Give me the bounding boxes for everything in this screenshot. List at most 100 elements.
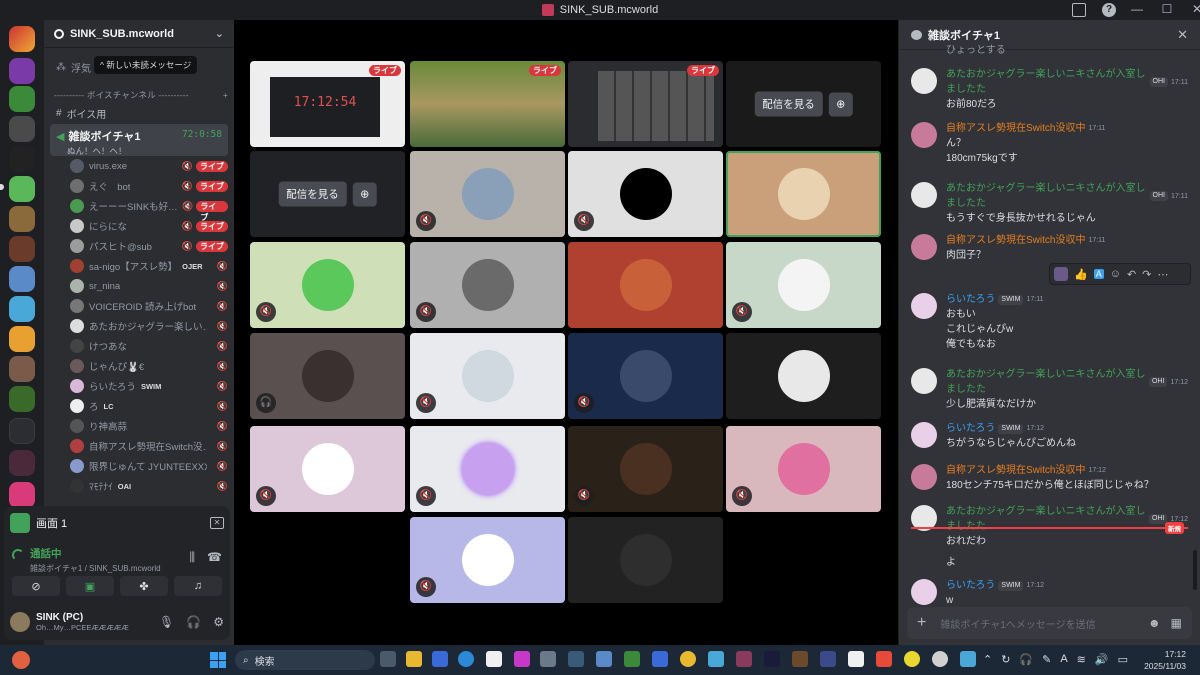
message-author[interactable]: 自称アスレ勢現在Switch没収中 <box>946 121 1085 136</box>
guild-header[interactable]: SINK_SUB.mcworld ⌄ <box>44 20 234 48</box>
soundboard-button[interactable]: ♫ <box>174 576 222 596</box>
participant-tile[interactable]: 🔇 <box>250 426 405 512</box>
taskview-icon[interactable] <box>380 651 396 667</box>
a-icon[interactable]: A <box>1093 269 1104 279</box>
disconnect-icon[interactable]: ☎ <box>207 550 222 565</box>
emoji-icon[interactable]: ☺ <box>1110 268 1121 280</box>
weather-icon[interactable] <box>12 651 30 669</box>
server-icon-active[interactable] <box>9 450 35 476</box>
participant-tile[interactable]: 🎧 <box>250 333 405 419</box>
thumbs-up-icon[interactable]: 👍 <box>1074 268 1088 281</box>
reaction-icon[interactable] <box>1054 267 1068 281</box>
server-icon-4[interactable] <box>9 116 35 142</box>
server-icon-7[interactable] <box>9 206 35 232</box>
chrome-icon[interactable] <box>680 651 696 667</box>
live-badge[interactable]: ライブ <box>196 240 228 252</box>
voice-user[interactable]: ﾏﾓﾃﾅｲ OAI 🔇 <box>70 477 228 495</box>
chat-message[interactable]: 自称アスレ勢現在Switch没収中 17:11 ん？ 180cm75kgです <box>911 121 1188 166</box>
notepad-icon[interactable] <box>486 651 502 667</box>
message-author[interactable]: あたおかジャグラー楽しいニキさんが入室しましたた <box>946 181 1147 211</box>
channel-item[interactable]: ⁂ 浮気 <box>50 58 228 76</box>
server-icon-10[interactable] <box>9 296 35 322</box>
volume-icon[interactable]: 🔊 <box>1095 653 1109 666</box>
minecraft-icon[interactable] <box>792 651 808 667</box>
app-icon[interactable] <box>568 651 584 667</box>
message-author[interactable]: あたおかジャグラー楽しいニキさんが入室しましたた <box>946 504 1146 534</box>
voice-channel-active[interactable]: ◀ 雑談ボイチャ1 72:0:58 ぬん！ヘ！ヘ！ <box>50 124 228 156</box>
voice-user[interactable]: パスヒト@sub 🔇 ライブ <box>70 237 228 255</box>
live-badge[interactable]: ライブ <box>196 220 228 232</box>
watch-stream-button[interactable]: 配信を見る <box>278 181 347 207</box>
discord-icon[interactable] <box>596 651 612 667</box>
app-icon[interactable] <box>708 651 724 667</box>
participant-tile[interactable]: 🔇 <box>726 426 881 512</box>
inbox-icon[interactable] <box>1072 3 1086 17</box>
voice-user[interactable]: らいたろう SWIM 🔇 <box>70 377 228 395</box>
chevron-up-icon[interactable]: ⌃ <box>983 653 992 666</box>
participant-tile[interactable]: 🔇 <box>410 517 565 603</box>
chat-message[interactable]: あたおかジャグラー楽しいニキさんが入室しましたた OHI 17:11 もうすぐで身長抜… <box>911 181 1188 226</box>
headphones-icon[interactable]: 🎧 <box>186 615 201 629</box>
avatar[interactable] <box>911 68 937 94</box>
wifi-icon[interactable]: ≋ <box>1077 653 1086 666</box>
voice-user[interactable]: えぐ bot 🔇 ライブ <box>70 177 228 195</box>
participant-tile[interactable]: 🔇 <box>250 242 405 328</box>
participant-tile[interactable]: 🔇 <box>410 333 565 419</box>
server-icon-14[interactable] <box>9 482 35 508</box>
participant-tile[interactable]: 🔇 <box>410 242 565 328</box>
folder-icon[interactable] <box>9 418 35 444</box>
participant-tile[interactable]: 🔇 <box>726 242 881 328</box>
scrollbar[interactable] <box>1193 550 1197 590</box>
stream-tile[interactable]: ライブ <box>410 61 565 147</box>
voice-user[interactable]: 自称アスレ勢現在Switch没… 🔇 <box>70 437 228 455</box>
app-icon[interactable] <box>736 651 752 667</box>
app-icon[interactable] <box>960 651 976 667</box>
server-icon-2[interactable] <box>9 58 35 84</box>
screen-share-button[interactable]: ▣ <box>66 576 114 596</box>
terminal-icon[interactable] <box>764 651 780 667</box>
app-icon[interactable] <box>848 651 864 667</box>
taskbar-search[interactable]: ⌕ 検索 <box>235 650 375 670</box>
chat-message[interactable]: 自称アスレ勢現在Switch没収中 17:12 180センチ75キロだから俺とほぼ同… <box>911 463 1188 493</box>
app-icon[interactable] <box>820 651 836 667</box>
gear-icon[interactable]: ⚙ <box>213 615 224 629</box>
stream-tile-hidden[interactable]: 配信を見る ⊕ <box>726 61 881 147</box>
chat-message[interactable]: らいたろう SWIM 17:11 おもい これじゃんぴw 俺でもなお <box>911 292 1188 352</box>
avatar[interactable] <box>911 368 937 394</box>
chat-message[interactable]: あたおかジャグラー楽しいニキさんが入室しましたた OHI 17:12 少し肥満質なだけ… <box>911 367 1188 412</box>
mic-icon[interactable]: 🎙 <box>159 615 174 629</box>
app-icon[interactable] <box>876 651 892 667</box>
stream-tile[interactable]: ライブ <box>568 61 723 147</box>
voice-user[interactable]: けつあな 🔇 <box>70 337 228 355</box>
more-icon[interactable]: ⋯ <box>1157 268 1168 281</box>
sync-icon[interactable]: ↻ <box>1001 653 1010 666</box>
battery-icon[interactable]: ▭ <box>1118 653 1128 666</box>
participant-tile[interactable]: 🔇 <box>410 151 565 237</box>
server-icon-9[interactable] <box>9 266 35 292</box>
chat-message[interactable]: あたおかジャグラー楽しいニキさんが入室しましたた OHI 17:11 お前80だろ <box>911 67 1188 112</box>
edge-icon[interactable] <box>458 651 474 667</box>
screen-share-row[interactable]: 画面 1 ✕ <box>10 512 224 534</box>
participant-tile[interactable] <box>568 242 723 328</box>
chat-message[interactable]: らいたろう SWIM 17:12 w <box>911 578 1188 608</box>
avatar[interactable] <box>911 293 937 319</box>
voice-user[interactable]: にらにな 🔇 ライブ <box>70 217 228 235</box>
explorer-icon[interactable] <box>406 651 422 667</box>
chat-message[interactable]: 自称アスレ勢現在Switch没収中 17:11 肉団子？ <box>911 233 1188 263</box>
add-attachment-icon[interactable]: + <box>917 614 926 632</box>
participant-tile[interactable]: 🔇 <box>410 426 565 512</box>
stream-tile[interactable]: 17:12:54 ライブ <box>250 61 405 147</box>
emoji-icon[interactable]: ☻ <box>1148 616 1161 630</box>
stream-tile-hidden[interactable]: 配信を見る ⊕ <box>250 151 405 237</box>
message-author[interactable]: 自称アスレ勢現在Switch没収中 <box>946 463 1085 478</box>
app-icon[interactable] <box>652 651 668 667</box>
server-icon-5[interactable] <box>9 146 35 172</box>
store-icon[interactable] <box>432 651 448 667</box>
server-icon-6[interactable] <box>9 176 35 202</box>
avatar[interactable] <box>911 422 937 448</box>
avatar[interactable] <box>911 122 937 148</box>
reply-icon[interactable]: ↶ <box>1127 268 1136 281</box>
avatar[interactable] <box>911 464 937 490</box>
voice-user[interactable]: あたおかジャグラー楽しい… 🔇 <box>70 317 228 335</box>
server-icon-3[interactable] <box>9 86 35 112</box>
